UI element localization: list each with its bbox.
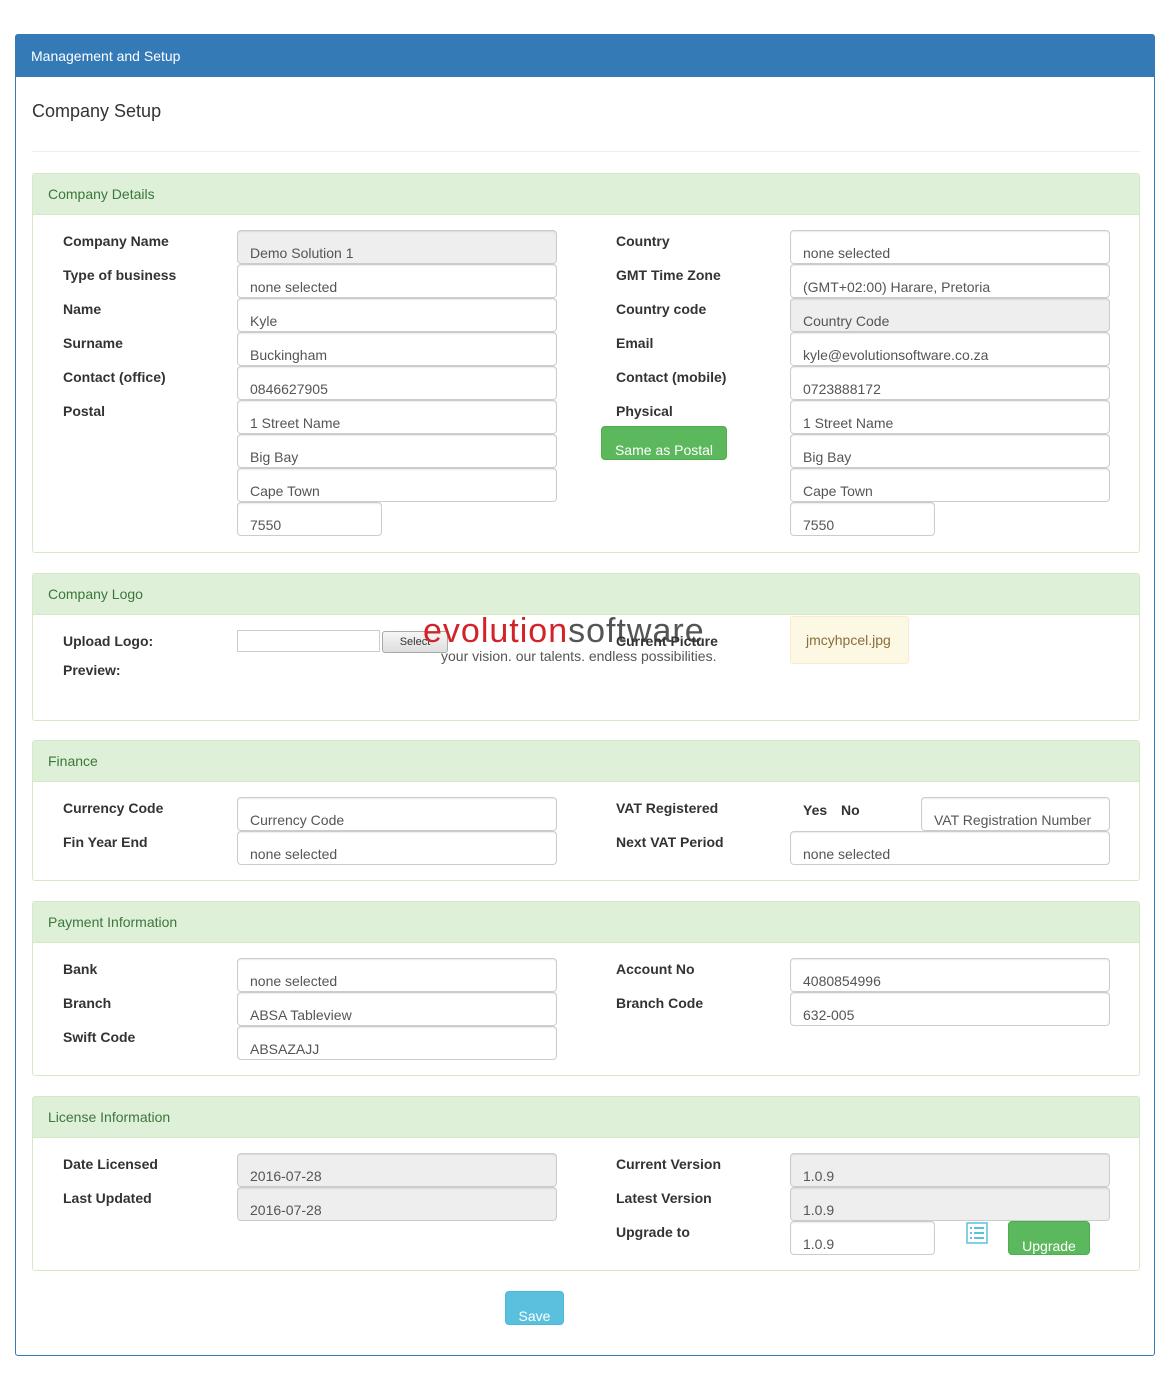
current-picture-filename: jmcyhpcel.jpg <box>790 616 909 664</box>
physical-line3-input[interactable]: Cape Town <box>790 468 1110 502</box>
page-title: Company Setup <box>32 101 162 121</box>
date-licensed-input: 2016-07-28 <box>237 1153 557 1187</box>
upgrade-to-label: Upgrade to <box>616 1224 690 1240</box>
account-no-input[interactable]: 4080854996 <box>790 958 1110 992</box>
contact-mobile-input[interactable]: 0723888172 <box>790 366 1110 400</box>
swift-code-label: Swift Code <box>63 1029 136 1045</box>
company-details-heading: Company Details <box>33 174 1139 215</box>
vat-number-input[interactable]: VAT Registration Number <box>921 797 1110 831</box>
title-divider <box>32 151 1140 152</box>
save-button[interactable]: Save <box>505 1291 564 1325</box>
physical-line2-input[interactable]: Big Bay <box>790 434 1110 468</box>
fin-year-end-label: Fin Year End <box>63 834 148 850</box>
contact-office-input[interactable]: 0846627905 <box>237 366 557 400</box>
postal-line2-input[interactable]: Big Bay <box>237 434 557 468</box>
panel-heading: Management and Setup <box>16 35 1154 77</box>
country-select[interactable]: none selected <box>790 230 1110 264</box>
finance-section: Finance Currency Code Currency Code Fin … <box>32 740 1140 881</box>
swift-code-input[interactable]: ABSAZAJJ <box>237 1026 557 1060</box>
contact-office-label: Contact (office) <box>63 369 166 385</box>
branch-label: Branch <box>63 995 112 1011</box>
physical-code-input[interactable]: 7550 <box>790 502 935 536</box>
date-licensed-label: Date Licensed <box>63 1156 158 1172</box>
upgrade-to-input[interactable]: 1.0.9 <box>790 1221 935 1255</box>
latest-version-label: Latest Version <box>616 1190 712 1206</box>
release-notes-list-icon[interactable] <box>966 1222 988 1244</box>
vat-yes-option[interactable]: Yes <box>803 802 827 818</box>
email-label: Email <box>616 335 654 351</box>
company-details-section: Company Details Company Name Demo Soluti… <box>32 173 1140 553</box>
country-code-label: Country code <box>616 301 707 317</box>
currency-code-label: Currency Code <box>63 800 164 816</box>
contact-mobile-label: Contact (mobile) <box>616 369 727 385</box>
business-type-label: Type of business <box>63 267 177 283</box>
payment-heading: Payment Information <box>33 902 1139 943</box>
logo-tagline: your vision. our talents. endless possib… <box>441 648 717 664</box>
business-type-select[interactable]: none selected <box>237 264 557 298</box>
next-vat-period-label: Next VAT Period <box>616 834 724 850</box>
country-label: Country <box>616 233 670 249</box>
current-picture-label: Current Picture <box>616 633 718 649</box>
company-name-input[interactable]: Demo Solution 1 <box>237 230 557 264</box>
vat-no-option[interactable]: No <box>841 802 860 818</box>
postal-line1-input[interactable]: 1 Street Name <box>237 400 557 434</box>
same-as-postal-button[interactable]: Same as Postal <box>601 426 727 460</box>
email-input[interactable]: kyle@evolutionsoftware.co.za <box>790 332 1110 366</box>
company-name-label: Company Name <box>63 233 169 249</box>
postal-code-input[interactable]: 7550 <box>237 502 382 536</box>
file-path-input[interactable] <box>237 630 380 652</box>
branch-code-input[interactable]: 632-005 <box>790 992 1110 1026</box>
branch-code-label: Branch Code <box>616 995 704 1011</box>
license-heading: License Information <box>33 1097 1139 1138</box>
preview-label: Preview: <box>63 662 121 678</box>
surname-input[interactable]: Buckingham <box>237 332 557 366</box>
physical-label: Physical <box>616 403 673 419</box>
management-panel: Management and Setup Company Setup Compa… <box>15 34 1155 1356</box>
next-vat-period-select[interactable]: none selected <box>790 831 1110 865</box>
branch-input[interactable]: ABSA Tableview <box>237 992 557 1026</box>
name-label: Name <box>63 301 102 317</box>
license-section: License Information Date Licensed 2016-0… <box>32 1096 1140 1271</box>
current-version-label: Current Version <box>616 1156 722 1172</box>
timezone-label: GMT Time Zone <box>616 267 721 283</box>
latest-version-input: 1.0.9 <box>790 1187 1110 1221</box>
last-updated-input: 2016-07-28 <box>237 1187 557 1221</box>
postal-label: Postal <box>63 403 106 419</box>
physical-line1-input[interactable]: 1 Street Name <box>790 400 1110 434</box>
currency-code-input[interactable]: Currency Code <box>237 797 557 831</box>
timezone-select[interactable]: (GMT+02:00) Harare, Pretoria <box>790 264 1110 298</box>
upgrade-button[interactable]: Upgrade <box>1008 1221 1090 1255</box>
name-input[interactable]: Kyle <box>237 298 557 332</box>
surname-label: Surname <box>63 335 123 351</box>
fin-year-end-select[interactable]: none selected <box>237 831 557 865</box>
bank-select[interactable]: none selected <box>237 958 557 992</box>
logo-word-evolution: evolution <box>423 612 569 650</box>
postal-line3-input[interactable]: Cape Town <box>237 468 557 502</box>
account-no-label: Account No <box>616 961 695 977</box>
finance-heading: Finance <box>33 741 1139 782</box>
company-logo-preview: evolutionsoftware your vision. our talen… <box>423 614 783 674</box>
upload-logo-label: Upload Logo: <box>63 633 154 649</box>
company-logo-heading: Company Logo <box>33 574 1139 615</box>
payment-section: Payment Information Bank none selected B… <box>32 901 1140 1076</box>
company-logo-section: Company Logo Upload Logo: Select Preview… <box>32 573 1140 721</box>
bank-label: Bank <box>63 961 98 977</box>
country-code-input[interactable]: Country Code <box>790 298 1110 332</box>
vat-registered-label: VAT Registered <box>616 800 719 816</box>
current-version-input: 1.0.9 <box>790 1153 1110 1187</box>
last-updated-label: Last Updated <box>63 1190 152 1206</box>
